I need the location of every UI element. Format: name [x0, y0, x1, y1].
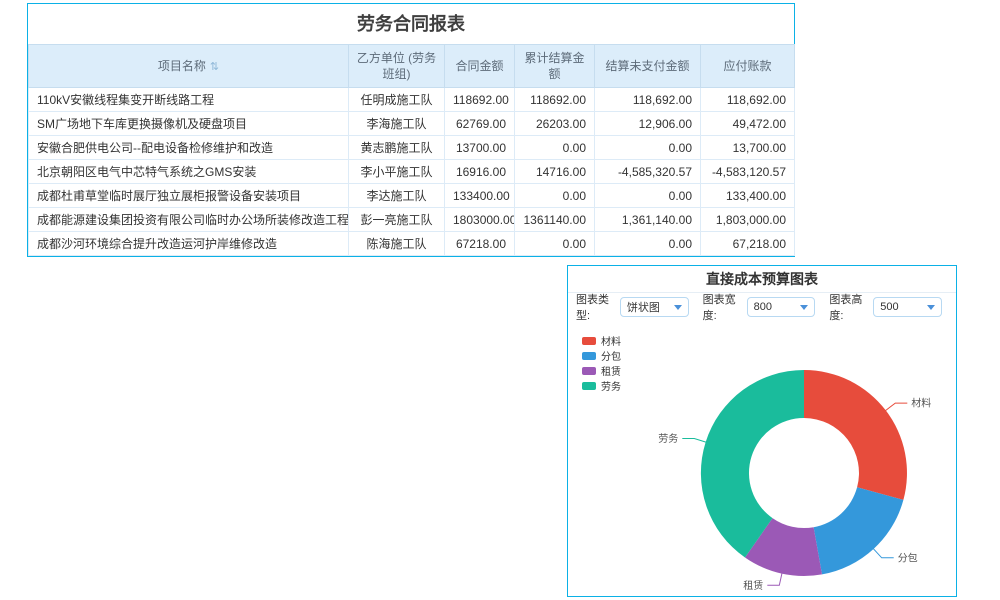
- col-header-payable: 应付账款: [701, 45, 795, 88]
- pie-slice-label: 劳务: [658, 432, 678, 445]
- team-cell: 彭一亮施工队: [349, 208, 445, 232]
- settled-amount-cell: 26203.00: [515, 112, 595, 136]
- col-header-settled-amount: 累计结算金额: [515, 45, 595, 88]
- settled-amount-cell: 118692.00: [515, 88, 595, 112]
- col-header-contract-amount: 合同金额: [445, 45, 515, 88]
- pie-chart-area: 材料 分包 租赁 劳务 材料分包租赁劳务: [568, 321, 956, 596]
- payable-cell: -4,583,120.57: [701, 160, 795, 184]
- chart-width-value: 800: [754, 301, 772, 313]
- contract-amount-cell: 118692.00: [445, 88, 515, 112]
- project-name-link[interactable]: 成都沙河环境综合提升改造运河护岸维修改造: [37, 237, 277, 251]
- team-cell: 陈海施工队: [349, 232, 445, 256]
- pie-slice-1[interactable]: [814, 487, 904, 574]
- unpaid-amount-cell: 1,361,140.00: [595, 208, 701, 232]
- legend-item-materials[interactable]: 材料: [582, 333, 621, 348]
- sort-icon[interactable]: ⇅: [210, 61, 219, 73]
- legend-item-labor[interactable]: 劳务: [582, 378, 621, 393]
- payable-cell: 49,472.00: [701, 112, 795, 136]
- pie-slice-label: 租赁: [743, 579, 763, 592]
- payable-cell: 1,803,000.00: [701, 208, 795, 232]
- project-name-link[interactable]: 成都杜甫草堂临时展厅独立展柜报警设备安装项目: [37, 189, 301, 203]
- contract-amount-cell: 13700.00: [445, 136, 515, 160]
- unpaid-amount-cell: 0.00: [595, 136, 701, 160]
- settled-amount-cell: 0.00: [515, 184, 595, 208]
- legend-swatch: [582, 337, 596, 345]
- legend-item-subcontract[interactable]: 分包: [582, 348, 621, 363]
- pie-label-line: [885, 403, 907, 411]
- donut-chart: 材料分包租赁劳务: [568, 321, 956, 596]
- table-row: 北京朝阳区电气中芯特气系统之GMS安装 李小平施工队 16916.00 1471…: [29, 160, 795, 184]
- pie-slice-label: 材料: [911, 397, 931, 410]
- chart-type-label: 图表类型:: [576, 291, 614, 323]
- legend-swatch: [582, 367, 596, 375]
- pie-slice-label: 分包: [898, 551, 918, 564]
- table-row: 110kV安徽线程集变开断线路工程 任明成施工队 118692.00 11869…: [29, 88, 795, 112]
- chart-type-value: 饼状图: [627, 299, 660, 315]
- col-header-unpaid-amount: 结算未支付金额: [595, 45, 701, 88]
- team-cell: 李小平施工队: [349, 160, 445, 184]
- unpaid-amount-cell: 12,906.00: [595, 112, 701, 136]
- labor-contract-report-panel: 劳务合同报表 项目名称⇅ 乙方单位 (劳务班组) 合同金额 累计结算金额 结算未…: [27, 3, 795, 257]
- chart-type-control: 图表类型: 饼状图: [576, 291, 689, 323]
- chart-legend: 材料 分包 租赁 劳务: [582, 333, 621, 393]
- labor-contract-table: 项目名称⇅ 乙方单位 (劳务班组) 合同金额 累计结算金额 结算未支付金额 应付…: [28, 44, 795, 256]
- table-row: 成都沙河环境综合提升改造运河护岸维修改造 陈海施工队 67218.00 0.00…: [29, 232, 795, 256]
- table-row: 安徽合肥供电公司--配电设备检修维护和改造 黄志鹏施工队 13700.00 0.…: [29, 136, 795, 160]
- chart-width-label: 图表宽度:: [703, 291, 741, 323]
- contract-amount-cell: 62769.00: [445, 112, 515, 136]
- pie-slice-0[interactable]: [804, 370, 907, 500]
- unpaid-amount-cell: 118,692.00: [595, 88, 701, 112]
- project-name-link[interactable]: 成都能源建设集团投资有限公司临时办公场所装修改造工程EPC: [37, 213, 349, 227]
- unpaid-amount-cell: 0.00: [595, 184, 701, 208]
- settled-amount-cell: 0.00: [515, 136, 595, 160]
- project-name-link[interactable]: 110kV安徽线程集变开断线路工程: [37, 93, 214, 107]
- team-cell: 任明成施工队: [349, 88, 445, 112]
- legend-item-rental[interactable]: 租赁: [582, 363, 621, 378]
- project-name-link[interactable]: 北京朝阳区电气中芯特气系统之GMS安装: [37, 165, 256, 179]
- project-name-link[interactable]: SM广场地下车库更换摄像机及硬盘项目: [37, 117, 247, 131]
- settled-amount-cell: 0.00: [515, 232, 595, 256]
- unpaid-amount-cell: -4,585,320.57: [595, 160, 701, 184]
- legend-swatch: [582, 382, 596, 390]
- chart-width-select[interactable]: 800: [747, 297, 816, 317]
- chart-height-control: 图表高度: 500: [829, 291, 942, 323]
- col-header-project-name: 项目名称⇅: [29, 45, 349, 88]
- team-cell: 李海施工队: [349, 112, 445, 136]
- table-row: 成都杜甫草堂临时展厅独立展柜报警设备安装项目 李达施工队 133400.00 0…: [29, 184, 795, 208]
- payable-cell: 13,700.00: [701, 136, 795, 160]
- payable-cell: 67,218.00: [701, 232, 795, 256]
- direct-cost-chart-panel: 直接成本预算图表 图表类型: 饼状图 图表宽度: 800 图表高度: 500: [567, 265, 957, 597]
- chart-height-select[interactable]: 500: [873, 297, 942, 317]
- legend-swatch: [582, 352, 596, 360]
- table-row: 成都能源建设集团投资有限公司临时办公场所装修改造工程EPC 彭一亮施工队 180…: [29, 208, 795, 232]
- chevron-down-icon: [674, 305, 682, 310]
- pie-label-line: [873, 548, 894, 558]
- contract-amount-cell: 133400.00: [445, 184, 515, 208]
- chart-controls: 图表类型: 饼状图 图表宽度: 800 图表高度: 500: [568, 293, 956, 321]
- project-name-link[interactable]: 安徽合肥供电公司--配电设备检修维护和改造: [37, 141, 273, 155]
- col-header-party-b: 乙方单位 (劳务班组): [349, 45, 445, 88]
- chevron-down-icon: [927, 305, 935, 310]
- table-row: SM广场地下车库更换摄像机及硬盘项目 李海施工队 62769.00 26203.…: [29, 112, 795, 136]
- contract-amount-cell: 16916.00: [445, 160, 515, 184]
- table-header-row: 项目名称⇅ 乙方单位 (劳务班组) 合同金额 累计结算金额 结算未支付金额 应付…: [29, 45, 795, 88]
- pie-label-line: [682, 439, 706, 443]
- team-cell: 李达施工队: [349, 184, 445, 208]
- chart-title: 直接成本预算图表: [568, 266, 956, 293]
- payable-cell: 118,692.00: [701, 88, 795, 112]
- pie-label-line: [767, 573, 782, 586]
- chart-height-label: 图表高度:: [829, 291, 867, 323]
- contract-amount-cell: 1803000.00: [445, 208, 515, 232]
- settled-amount-cell: 14716.00: [515, 160, 595, 184]
- payable-cell: 133,400.00: [701, 184, 795, 208]
- unpaid-amount-cell: 0.00: [595, 232, 701, 256]
- report-title: 劳务合同报表: [28, 4, 794, 44]
- chevron-down-icon: [800, 305, 808, 310]
- team-cell: 黄志鹏施工队: [349, 136, 445, 160]
- settled-amount-cell: 1361140.00: [515, 208, 595, 232]
- chart-width-control: 图表宽度: 800: [703, 291, 816, 323]
- chart-type-select[interactable]: 饼状图: [620, 297, 689, 317]
- contract-amount-cell: 67218.00: [445, 232, 515, 256]
- chart-height-value: 500: [880, 301, 898, 313]
